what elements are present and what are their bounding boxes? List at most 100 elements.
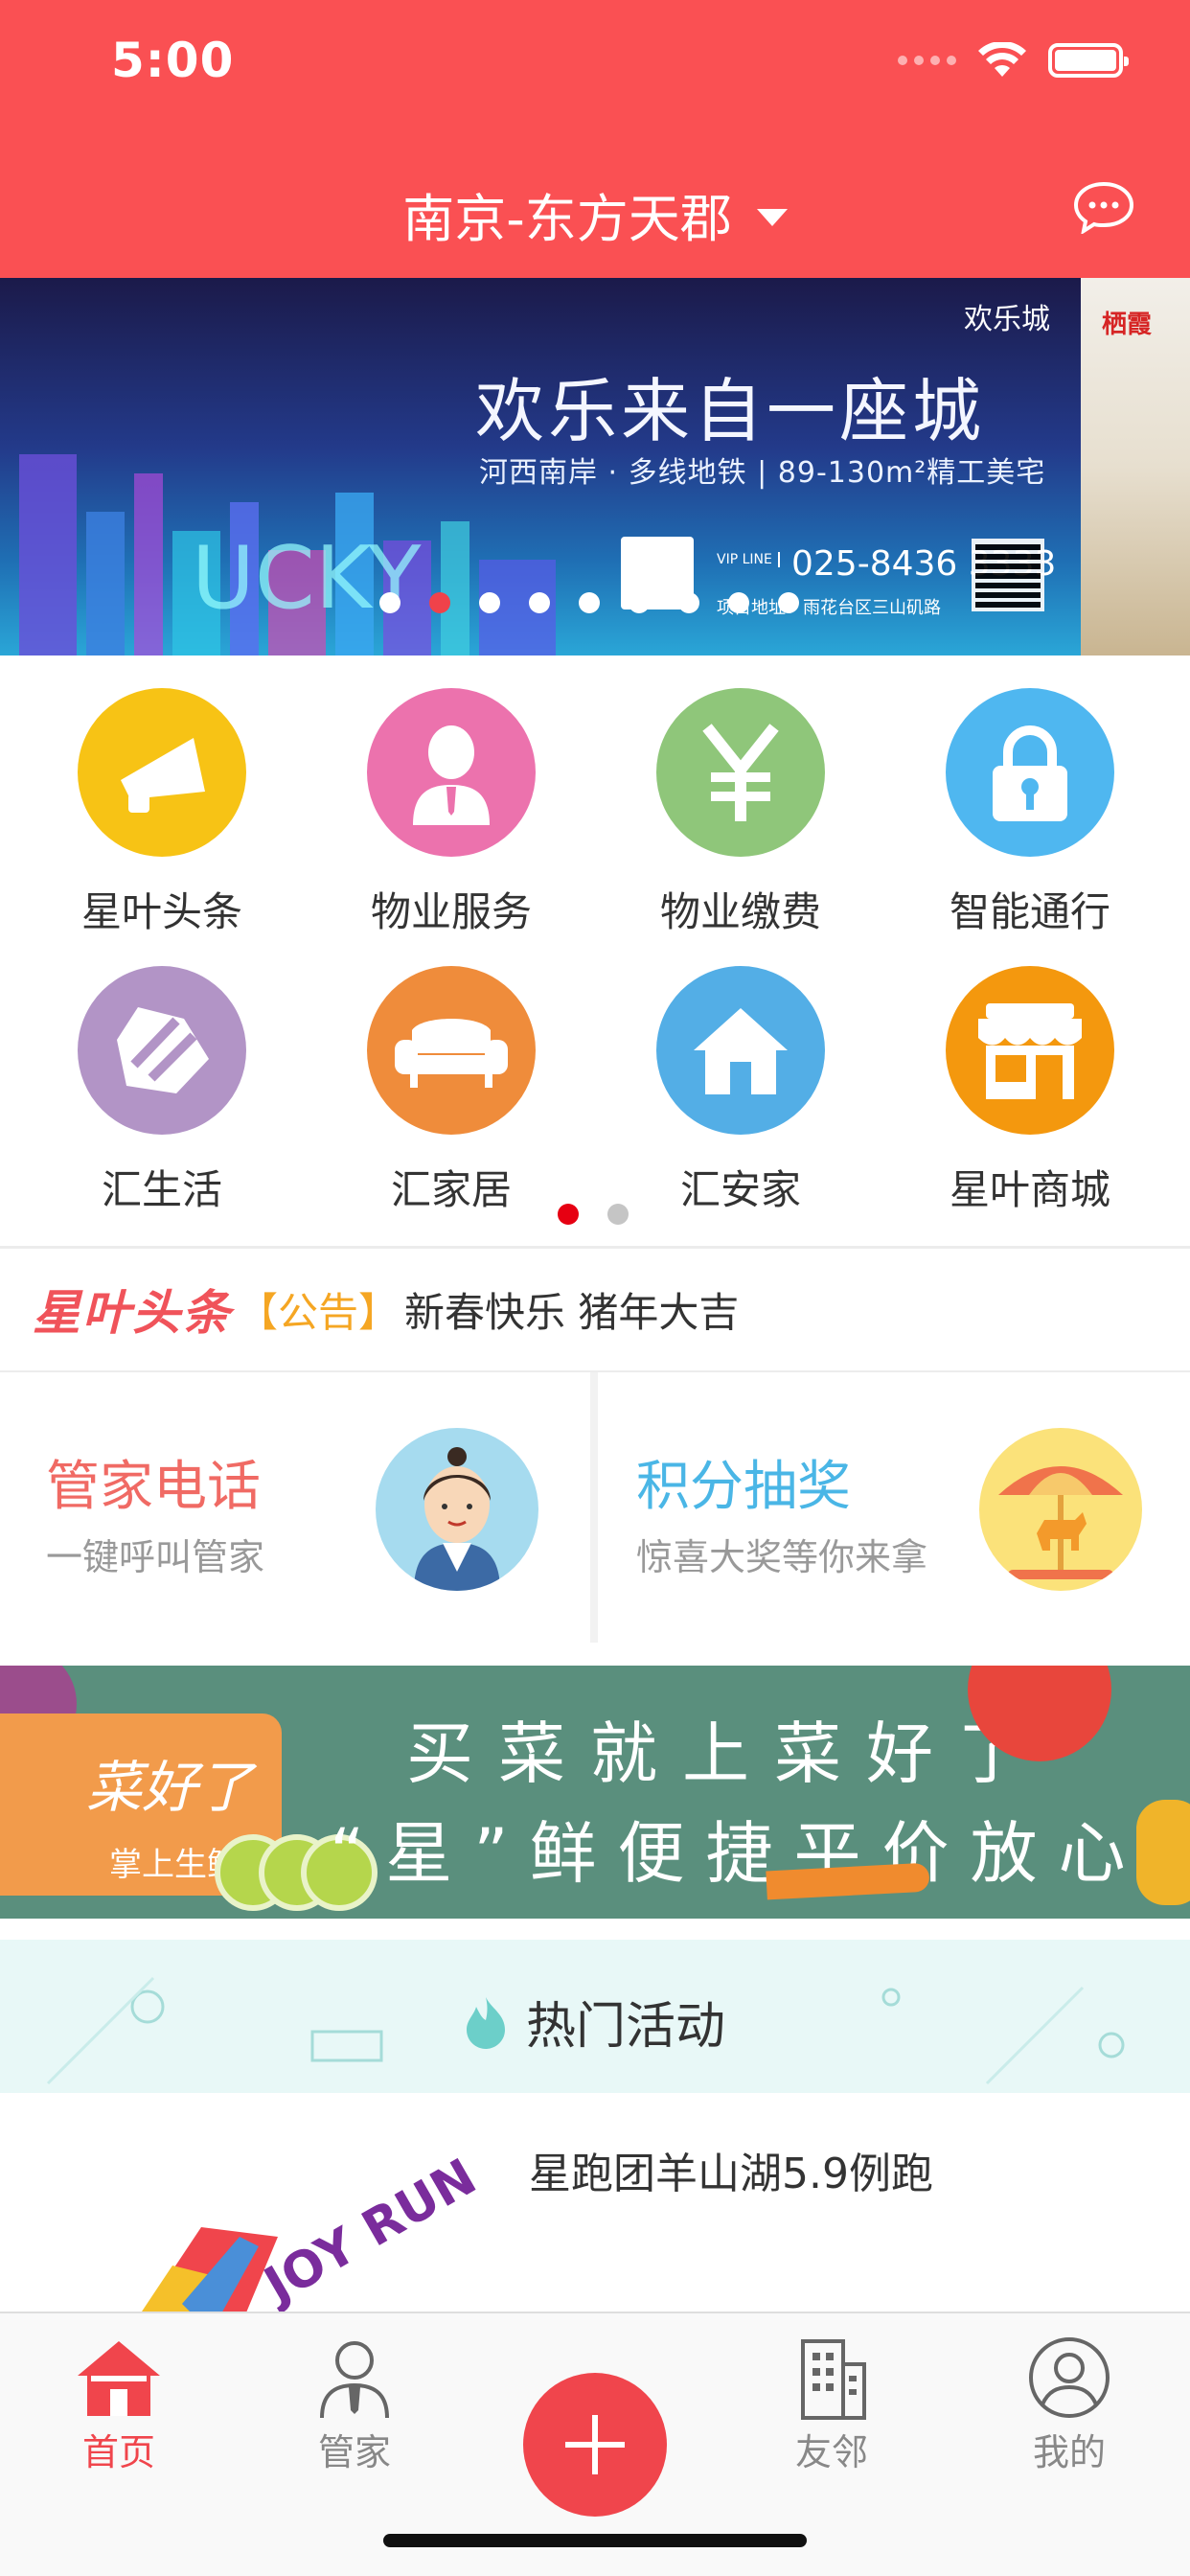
signal-icon bbox=[898, 56, 956, 65]
home-indicator bbox=[383, 2534, 807, 2547]
grid-label: 汇安家 bbox=[679, 1166, 801, 1213]
news-text[interactable]: 新春快乐 猪年大吉 bbox=[404, 1280, 739, 1339]
grid-item-property-service[interactable]: 物业服务 bbox=[307, 688, 596, 938]
grid-item-xingye-news[interactable]: 星叶头条 bbox=[17, 688, 307, 938]
tab-label: 首页 bbox=[81, 2431, 155, 2473]
promo-line-2: “星”鲜便捷平价放心 bbox=[330, 1814, 1147, 1893]
grid-label: 汇家居 bbox=[390, 1166, 512, 1213]
grid-item-property-fee[interactable]: 物业缴费 bbox=[596, 688, 885, 938]
grid-icon-circle bbox=[367, 688, 536, 857]
activity-item[interactable]: JOY RUN 星跑团羊山湖5.9例跑 bbox=[0, 2093, 1190, 2312]
grid-icon-circle bbox=[656, 688, 825, 857]
message-icon[interactable] bbox=[1073, 180, 1134, 234]
card-title: 管家电话 bbox=[46, 1456, 261, 1518]
plus-icon bbox=[565, 2415, 625, 2474]
banner-vip: VIP LINE bbox=[717, 552, 780, 567]
status-icons bbox=[898, 42, 1129, 79]
svg-text:JOY RUN: JOY RUN bbox=[253, 2149, 486, 2312]
house-icon bbox=[694, 1008, 788, 1094]
news-tag: 【公告】 bbox=[238, 1288, 400, 1336]
points-lottery-card[interactable]: 积分抽奖 惊喜大奖等你来拿 bbox=[598, 1372, 1190, 1643]
news-ticker[interactable]: 星叶头条 【公告】 新春快乐 猪年大吉 bbox=[0, 1248, 1190, 1370]
sofa-icon bbox=[395, 1019, 508, 1088]
tab-profile[interactable]: 我的 bbox=[993, 2334, 1146, 2475]
grid-icon-circle bbox=[78, 688, 246, 857]
pagination-dot bbox=[558, 1204, 579, 1225]
chevron-down-icon bbox=[756, 208, 788, 226]
hot-title-text: 热门活动 bbox=[525, 1998, 725, 2056]
svg-text:UCKY: UCKY bbox=[192, 528, 423, 629]
grid-label: 物业缴费 bbox=[659, 888, 821, 935]
pagination-dot bbox=[629, 592, 650, 613]
grid-pagination bbox=[558, 1204, 629, 1225]
tab-label: 管家 bbox=[317, 2431, 391, 2473]
banner-headline: 欢乐来自一座城 bbox=[475, 371, 986, 451]
yen-icon bbox=[702, 724, 779, 821]
grid-label: 物业服务 bbox=[370, 888, 532, 935]
pagination-dot bbox=[429, 592, 450, 613]
pepper-image bbox=[1136, 1800, 1190, 1905]
app-header: 5:00 南京-东方天郡 bbox=[0, 0, 1190, 278]
add-button[interactable] bbox=[523, 2373, 667, 2517]
grid-icon-circle bbox=[78, 966, 246, 1135]
pagination-dot bbox=[728, 592, 749, 613]
tab-butler[interactable]: 管家 bbox=[278, 2334, 431, 2475]
news-logo: 星叶头条 bbox=[33, 1285, 232, 1341]
grid-icon-circle bbox=[946, 688, 1114, 857]
grid-label: 星叶商城 bbox=[949, 1166, 1110, 1213]
star-icon bbox=[117, 1007, 209, 1093]
banner-next-slide[interactable]: 栖霞 bbox=[1081, 278, 1190, 656]
pagination-dot bbox=[579, 592, 600, 613]
profile-icon bbox=[1026, 2334, 1112, 2421]
status-time: 5:00 bbox=[111, 33, 235, 88]
tab-label: 友邻 bbox=[794, 2431, 868, 2473]
person-icon bbox=[413, 725, 490, 825]
pagination-dot bbox=[678, 592, 699, 613]
butler-avatar-icon bbox=[376, 1428, 538, 1591]
activity-thumbnail: JOY RUN bbox=[142, 2149, 486, 2312]
megaphone-icon bbox=[121, 738, 205, 813]
grid-label: 智能通行 bbox=[949, 888, 1110, 935]
location-selector[interactable]: 南京-东方天郡 bbox=[0, 176, 1190, 252]
quick-cards: 管家电话 一键呼叫管家 积分抽奖 惊喜大奖等你来拿 bbox=[0, 1372, 1190, 1643]
grid-icon-circle bbox=[367, 966, 536, 1135]
card-subtitle: 一键呼叫管家 bbox=[46, 1536, 265, 1578]
pagination-dot bbox=[479, 592, 500, 613]
location-text: 南京-东方天郡 bbox=[402, 189, 732, 249]
wifi-icon bbox=[978, 42, 1026, 77]
grid-item-hui-life[interactable]: 汇生活 bbox=[17, 966, 307, 1216]
activity-title: 星跑团羊山湖5.9例跑 bbox=[529, 2150, 933, 2198]
tab-neighbors[interactable]: 友邻 bbox=[755, 2334, 908, 2475]
promo-banner[interactable]: 菜好了 掌上生鲜 买菜就上菜好了 “星”鲜便捷平价放心 bbox=[0, 1666, 1190, 1919]
grid-label: 星叶头条 bbox=[80, 888, 242, 935]
banner-pagination bbox=[379, 592, 799, 613]
grid-label: 汇生活 bbox=[101, 1166, 222, 1213]
grid-item-smart-access[interactable]: 智能通行 bbox=[885, 688, 1175, 938]
grid-item-xingye-mall[interactable]: 星叶商城 bbox=[885, 966, 1175, 1216]
qr-code-image bbox=[972, 539, 1044, 611]
promo-card-title: 菜好了 bbox=[86, 1755, 254, 1820]
building-icon bbox=[789, 2334, 875, 2421]
pagination-dot bbox=[778, 592, 799, 613]
battery-icon bbox=[1048, 43, 1129, 78]
service-grid: 星叶头条 物业服务 物业缴费 智能通行 汇生活 汇家居 汇安家 星叶商城 bbox=[0, 656, 1190, 1248]
butler-icon bbox=[311, 2334, 398, 2421]
home-icon bbox=[76, 2334, 162, 2421]
grid-item-hui-anjia[interactable]: 汇安家 bbox=[596, 966, 885, 1216]
grid-item-hui-home[interactable]: 汇家居 bbox=[307, 966, 596, 1216]
grid-icon-circle bbox=[656, 966, 825, 1135]
pagination-dot bbox=[529, 592, 550, 613]
tab-label: 我的 bbox=[1032, 2431, 1106, 2473]
butler-phone-card[interactable]: 管家电话 一键呼叫管家 bbox=[0, 1372, 590, 1643]
grid-icon-circle bbox=[946, 966, 1114, 1135]
tab-home[interactable]: 首页 bbox=[42, 2334, 195, 2475]
promo-line-1: 买菜就上菜好了 bbox=[406, 1714, 1050, 1793]
hot-activities-header: 热门活动 bbox=[0, 1940, 1190, 2093]
banner-subline: 河西南岸 · 多线地铁 | 89-130m²精工美宅 bbox=[479, 456, 1046, 490]
card-title: 积分抽奖 bbox=[636, 1456, 851, 1518]
carousel-icon bbox=[979, 1428, 1142, 1591]
card-subtitle: 惊喜大奖等你来拿 bbox=[636, 1536, 928, 1578]
fire-icon bbox=[466, 1996, 505, 2049]
hot-title: 热门活动 bbox=[0, 1986, 1190, 2058]
store-icon bbox=[978, 1003, 1082, 1099]
